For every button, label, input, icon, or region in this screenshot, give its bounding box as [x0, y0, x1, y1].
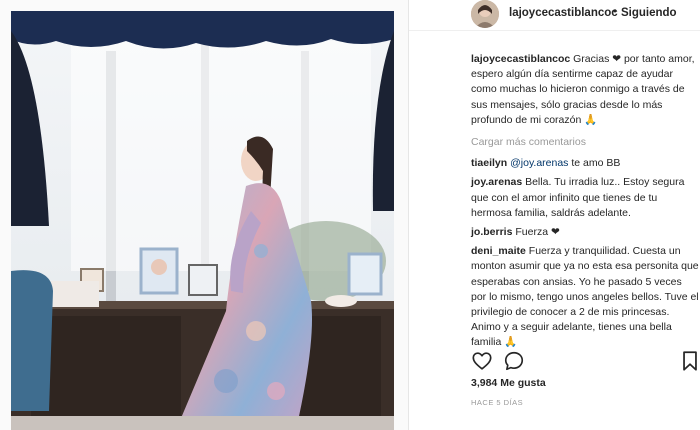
heart-outline-icon: [472, 352, 492, 370]
comment-item: jo.berris Fuerza ❤: [471, 225, 699, 240]
comment-username-link[interactable]: tiaeilyn: [471, 157, 507, 169]
comment-text: Fuerza y tranquilidad. Cuesta un monton …: [471, 245, 699, 349]
caption: lajoycecastiblancoc Gracias ❤ por tanto …: [471, 52, 699, 128]
like-button[interactable]: [471, 350, 493, 372]
post-info-pane: lajoycecastiblancoc • Siguiendo lajoycec…: [409, 0, 700, 430]
post-header: lajoycecastiblancoc • Siguiendo: [409, 0, 700, 31]
comment-username-link[interactable]: joy.arenas: [471, 176, 522, 188]
bookmark-icon: [683, 351, 697, 371]
comment-username-link[interactable]: deni_maite: [471, 245, 526, 257]
header-separator: •: [613, 6, 618, 18]
post-actions: [471, 350, 699, 372]
likes-count[interactable]: 3,984 Me gusta: [471, 377, 546, 389]
comment-mention-link[interactable]: @joy.arenas: [510, 157, 568, 169]
photo-illustration: [11, 11, 394, 430]
speech-bubble-icon: [504, 351, 524, 371]
header-username-link[interactable]: lajoycecastiblancoc: [509, 7, 618, 19]
comment-item: joy.arenas Bella. Tu irradia luz.. Estoy…: [471, 175, 699, 221]
post-media-pane: [0, 0, 408, 430]
caption-username-link[interactable]: lajoycecastiblancoc: [471, 53, 570, 65]
comment-text: te amo BB: [568, 157, 621, 170]
avatar[interactable]: [471, 0, 499, 28]
comment-text: Fuerza ❤: [515, 226, 560, 239]
comment-button[interactable]: [503, 350, 525, 372]
comments-list: lajoycecastiblancoc Gracias ❤ por tanto …: [471, 52, 699, 355]
post-photo[interactable]: [11, 11, 394, 430]
comment-item: deni_maite Fuerza y tranquilidad. Cuesta…: [471, 244, 699, 350]
avatar-image: [471, 0, 499, 28]
comment-item: tiaeilyn @joy.arenas te amo BB: [471, 156, 699, 171]
save-button[interactable]: [679, 350, 700, 372]
follow-status-button[interactable]: Siguiendo: [621, 7, 677, 19]
comment-username-link[interactable]: jo.berris: [471, 226, 512, 238]
load-more-comments-link[interactable]: Cargar más comentarios: [471, 135, 699, 150]
post-timestamp[interactable]: HACE 5 DÍAS: [471, 398, 523, 407]
